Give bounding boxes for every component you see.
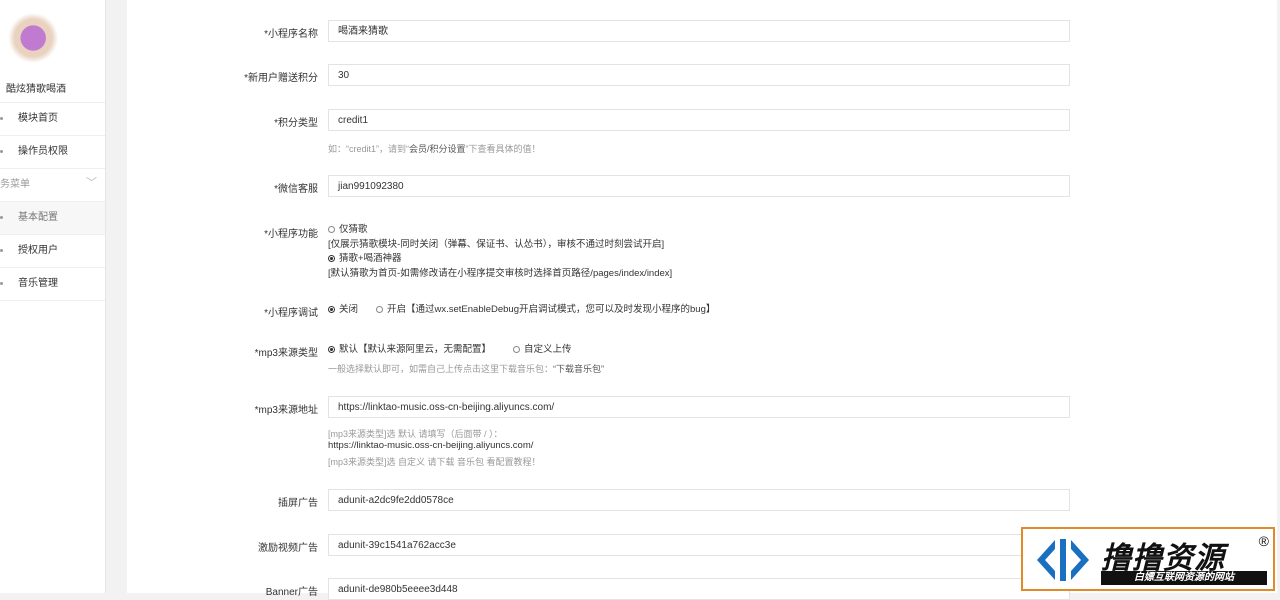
- sidebar-item-label: 授权用户: [18, 245, 58, 256]
- field-label: *积分类型: [274, 118, 318, 129]
- radio-label: 自定义上传: [524, 344, 572, 355]
- debug-off-radio[interactable]: 关闭: [328, 301, 358, 315]
- sidebar-item-label: 音乐管理: [18, 278, 58, 289]
- radio-checked-icon: [328, 346, 335, 353]
- radio-label: 默认【默认来源阿里云，无需配置】: [339, 344, 492, 355]
- settings-form: *小程序名称 喝酒来猜歌 *新用户赠送积分 30 *积分类型 credit1 如…: [127, 0, 1277, 600]
- field-label: *新用户赠送积分: [244, 73, 318, 84]
- banner-ad-input[interactable]: adunit-de980b5eeee3d448: [328, 578, 1070, 600]
- field-label: *小程序调试: [264, 308, 318, 319]
- sidebar-item-label: 基本配置: [18, 212, 58, 223]
- interstitial-ad-input[interactable]: adunit-a2dc9fe2dd0578ce: [328, 489, 1070, 511]
- bullet-icon: [0, 249, 3, 252]
- sidebar: 酷炫猜歌喝酒 模块首页 操作员权限 务菜单 ﹀ 基本配置 授权用户 音乐管理: [0, 0, 106, 593]
- wechat-service-input[interactable]: jian991092380: [328, 175, 1070, 197]
- radio-label: 仅猜歌: [339, 224, 368, 235]
- bullet-icon: [0, 117, 3, 120]
- mp3-type-default-radio[interactable]: 默认【默认来源阿里云，无需配置】: [328, 341, 491, 355]
- bullet-icon: [0, 150, 3, 153]
- field-label: *mp3来源类型: [254, 348, 318, 359]
- registered-mark: ®: [1258, 533, 1269, 549]
- logo-icon: [1037, 539, 1089, 581]
- field-label: *小程序名称: [264, 29, 318, 40]
- sidebar-group-menu[interactable]: 务菜单 ﹀: [0, 168, 105, 201]
- watermark-subtitle: 白嫖互联网资源的网站: [1101, 571, 1267, 585]
- mp3-type-custom-radio[interactable]: 自定义上传: [513, 341, 572, 355]
- bullet-icon: [0, 216, 3, 219]
- help-text: 如：“credit1”，请到“: [328, 144, 410, 154]
- sidebar-group-label: 务菜单: [0, 179, 30, 190]
- sidebar-item-authorized-users[interactable]: 授权用户: [0, 234, 105, 267]
- field-label: *小程序功能: [264, 229, 318, 240]
- radio-icon: [328, 226, 335, 233]
- bullet-icon: [0, 282, 3, 285]
- sidebar-item-basic-config[interactable]: 基本配置: [0, 201, 105, 234]
- new-user-bonus-input[interactable]: 30: [328, 64, 1070, 86]
- sidebar-item-operator-permissions[interactable]: 操作员权限: [0, 135, 105, 168]
- radio-checked-icon: [328, 255, 335, 262]
- debug-on-radio[interactable]: 开启【通过wx.setEnableDebug开启调试模式，您可以及时发现小程序的…: [376, 301, 715, 315]
- help-text: ”下查看具体的值！: [465, 144, 541, 154]
- sidebar-item-label: 操作员权限: [18, 146, 68, 157]
- radio-icon: [376, 306, 383, 313]
- app-name-input[interactable]: 喝酒来猜歌: [328, 20, 1070, 42]
- credit-type-input[interactable]: credit1: [328, 109, 1070, 131]
- mp3-url-input[interactable]: https://linktao-music.oss-cn-beijing.ali…: [328, 396, 1070, 418]
- sidebar-nav: 模块首页 操作员权限 务菜单 ﹀ 基本配置 授权用户 音乐管理: [0, 102, 105, 301]
- mp3-url-help-2: https://linktao-music.oss-cn-beijing.ali…: [328, 440, 534, 451]
- field-label: 激励视频广告: [258, 543, 318, 554]
- function-guess-drink-radio[interactable]: 猜歌+喝酒神器: [328, 250, 402, 264]
- function-guess-only-radio[interactable]: 仅猜歌: [328, 221, 368, 235]
- help-text: 一般选择默认即可，如需自己上传点击这里下载音乐包：: [328, 364, 554, 374]
- chevron-down-icon: ﹀: [86, 177, 97, 189]
- mp3-url-help-1: [mp3来源类型]选 默认 请填写（后面带 / ）：: [328, 429, 503, 439]
- sidebar-item-label: 模块首页: [18, 113, 58, 124]
- radio-checked-icon: [328, 306, 335, 313]
- sidebar-item-music-management[interactable]: 音乐管理: [0, 267, 105, 301]
- rewarded-video-ad-input[interactable]: adunit-39c1541a762acc3e: [328, 534, 1070, 556]
- radio-icon: [513, 346, 520, 353]
- app-name: 酷炫猜歌喝酒: [6, 84, 66, 95]
- credit-type-help: 如：“credit1”，请到“会员/积分设置”下查看具体的值！: [328, 142, 541, 155]
- member-credit-settings-link[interactable]: 会员/积分设置: [409, 144, 466, 154]
- sidebar-item-module-home[interactable]: 模块首页: [0, 102, 105, 135]
- app-avatar: [8, 10, 64, 66]
- function-note-2: [默认猜歌为首页-如需修改请在小程序提交审核时选择首页路径/pages/inde…: [328, 268, 673, 279]
- mp3-url-help-3: [mp3来源类型]选 自定义 请下载 音乐包 看配置教程！: [328, 457, 541, 467]
- download-music-pack-link[interactable]: “下载音乐包”: [553, 364, 604, 374]
- radio-label: 关闭: [339, 304, 359, 315]
- watermark-badge: 撸撸资源 ® 白嫖互联网资源的网站: [1021, 527, 1275, 591]
- mp3-type-help: 一般选择默认即可，如需自己上传点击这里下载音乐包：“下载音乐包”: [328, 362, 604, 375]
- function-note-1: [仅展示猜歌模块-同时关闭（弹幕、保证书、认怂书），审核不通过时刻尝试开启]: [328, 239, 665, 250]
- radio-label: 开启【通过wx.setEnableDebug开启调试模式，您可以及时发现小程序的…: [387, 304, 716, 315]
- field-label: *mp3来源地址: [254, 405, 318, 416]
- field-label: 插屏广告: [278, 498, 318, 509]
- radio-label: 猜歌+喝酒神器: [339, 253, 402, 264]
- field-label: *微信客服: [274, 184, 318, 195]
- field-label: Banner广告: [265, 587, 318, 598]
